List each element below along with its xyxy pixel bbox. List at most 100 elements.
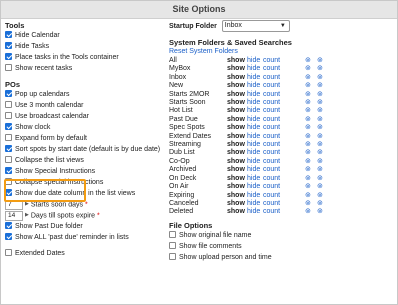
expand-form-by-default-checkbox[interactable] (5, 134, 12, 141)
count-link[interactable]: count (263, 107, 305, 115)
show-toggle[interactable]: show (227, 133, 247, 141)
hide-link[interactable]: hide (247, 107, 263, 115)
move-down-icon[interactable]: ⊚ (317, 133, 329, 141)
count-link[interactable]: count (263, 192, 305, 200)
option-hide-calendar[interactable]: Hide Calendar (5, 30, 163, 41)
option-pop-up-calendars[interactable]: Pop up calendars (5, 89, 163, 100)
move-up-icon[interactable]: ⊚ (305, 74, 317, 82)
option-show-past-due-folder[interactable]: Show Past Due folder (5, 221, 163, 232)
show-toggle[interactable]: show (227, 124, 247, 132)
show-toggle[interactable]: show (227, 166, 247, 174)
move-down-icon[interactable]: ⊚ (317, 141, 329, 149)
hide-calendar-checkbox[interactable] (5, 31, 12, 38)
hide-link[interactable]: hide (247, 133, 263, 141)
move-up-icon[interactable]: ⊚ (305, 116, 317, 124)
hide-tasks-checkbox[interactable] (5, 42, 12, 49)
show-toggle[interactable]: show (227, 158, 247, 166)
show-original-file-name-checkbox[interactable] (169, 230, 176, 238)
move-down-icon[interactable]: ⊚ (317, 175, 329, 183)
move-up-icon[interactable]: ⊚ (305, 99, 317, 107)
move-up-icon[interactable]: ⊚ (305, 192, 317, 200)
option-show-original-file-name[interactable]: Show original file name (169, 230, 395, 241)
reset-system-folders-link[interactable]: Reset System Folders (169, 47, 395, 56)
move-down-icon[interactable]: ⊚ (317, 74, 329, 82)
hide-link[interactable]: hide (247, 158, 263, 166)
move-down-icon[interactable]: ⊚ (317, 208, 329, 216)
show-toggle[interactable]: show (227, 65, 247, 73)
option-show-clock[interactable]: Show clock (5, 122, 163, 133)
option-collapse-the-list-views[interactable]: Collapse the list views (5, 155, 163, 166)
option-sort-spots-by-start-date-default-is-by-due-date[interactable]: Sort spots by start date (default is by … (5, 144, 163, 155)
move-up-icon[interactable]: ⊚ (305, 124, 317, 132)
count-link[interactable]: count (263, 200, 305, 208)
count-link[interactable]: count (263, 208, 305, 216)
move-down-icon[interactable]: ⊚ (317, 57, 329, 65)
move-down-icon[interactable]: ⊚ (317, 200, 329, 208)
move-down-icon[interactable]: ⊚ (317, 158, 329, 166)
hide-link[interactable]: hide (247, 149, 263, 157)
move-down-icon[interactable]: ⊚ (317, 149, 329, 157)
move-up-icon[interactable]: ⊚ (305, 133, 317, 141)
show-past-due-folder-checkbox[interactable] (5, 222, 12, 229)
show-toggle[interactable]: show (227, 183, 247, 191)
hide-link[interactable]: hide (247, 116, 263, 124)
show-toggle[interactable]: show (227, 107, 247, 115)
use-broadcast-calendar-checkbox[interactable] (5, 112, 12, 119)
option-place-tasks-in-the-tools-container[interactable]: Place tasks in the Tools container (5, 52, 163, 63)
count-link[interactable]: count (263, 175, 305, 183)
count-link[interactable]: count (263, 149, 305, 157)
startup-folder-select[interactable]: Inbox ▼ (221, 20, 290, 33)
move-up-icon[interactable]: ⊚ (305, 107, 317, 115)
show-clock-checkbox[interactable] (5, 123, 12, 130)
move-down-icon[interactable]: ⊚ (317, 183, 329, 191)
show-toggle[interactable]: show (227, 82, 247, 90)
pop-up-calendars-checkbox[interactable] (5, 90, 12, 97)
show-file-comments-checkbox[interactable] (169, 241, 176, 249)
count-link[interactable]: count (263, 158, 305, 166)
move-down-icon[interactable]: ⊚ (317, 116, 329, 124)
move-down-icon[interactable]: ⊚ (317, 82, 329, 90)
show-special-instructions-checkbox[interactable] (5, 167, 12, 174)
move-up-icon[interactable]: ⊚ (305, 158, 317, 166)
count-link[interactable]: count (263, 74, 305, 82)
sort-spots-by-start-date-default-is-by-due-date-checkbox[interactable] (5, 145, 12, 152)
count-link[interactable]: count (263, 166, 305, 174)
show-all-past-due-reminder-in-lists-checkbox[interactable] (5, 233, 12, 240)
count-link[interactable]: count (263, 141, 305, 149)
hide-link[interactable]: hide (247, 141, 263, 149)
option-hide-tasks[interactable]: Hide Tasks (5, 41, 163, 52)
hide-link[interactable]: hide (247, 57, 263, 65)
option-show-special-instructions[interactable]: Show Special Instructions (5, 166, 163, 177)
move-up-icon[interactable]: ⊚ (305, 141, 317, 149)
place-tasks-in-the-tools-container-checkbox[interactable] (5, 53, 12, 60)
hide-link[interactable]: hide (247, 99, 263, 107)
hide-link[interactable]: hide (247, 74, 263, 82)
hide-link[interactable]: hide (247, 91, 263, 99)
move-up-icon[interactable]: ⊚ (305, 208, 317, 216)
option-show-all-past-due-reminder-in-lists[interactable]: Show ALL 'past due' reminder in lists (5, 232, 163, 243)
show-upload-person-and-time-checkbox[interactable] (169, 252, 176, 260)
option-show-recent-tasks[interactable]: Show recent tasks (5, 63, 163, 74)
count-link[interactable]: count (263, 65, 305, 73)
move-up-icon[interactable]: ⊚ (305, 149, 317, 157)
move-up-icon[interactable]: ⊚ (305, 65, 317, 73)
hide-link[interactable]: hide (247, 200, 263, 208)
spinner-icon[interactable]: ▶ (25, 210, 29, 221)
hide-link[interactable]: hide (247, 208, 263, 216)
count-link[interactable]: count (263, 57, 305, 65)
move-up-icon[interactable]: ⊚ (305, 82, 317, 90)
show-toggle[interactable]: show (227, 141, 247, 149)
hide-link[interactable]: hide (247, 183, 263, 191)
show-toggle[interactable]: show (227, 175, 247, 183)
option-expand-form-by-default[interactable]: Expand form by default (5, 133, 163, 144)
move-down-icon[interactable]: ⊚ (317, 124, 329, 132)
days-expire-input[interactable]: 14 (5, 210, 23, 221)
count-link[interactable]: count (263, 124, 305, 132)
show-recent-tasks-checkbox[interactable] (5, 64, 12, 71)
move-down-icon[interactable]: ⊚ (317, 99, 329, 107)
move-down-icon[interactable]: ⊚ (317, 192, 329, 200)
move-up-icon[interactable]: ⊚ (305, 91, 317, 99)
move-up-icon[interactable]: ⊚ (305, 183, 317, 191)
option-show-file-comments[interactable]: Show file comments (169, 241, 395, 252)
show-toggle[interactable]: show (227, 91, 247, 99)
